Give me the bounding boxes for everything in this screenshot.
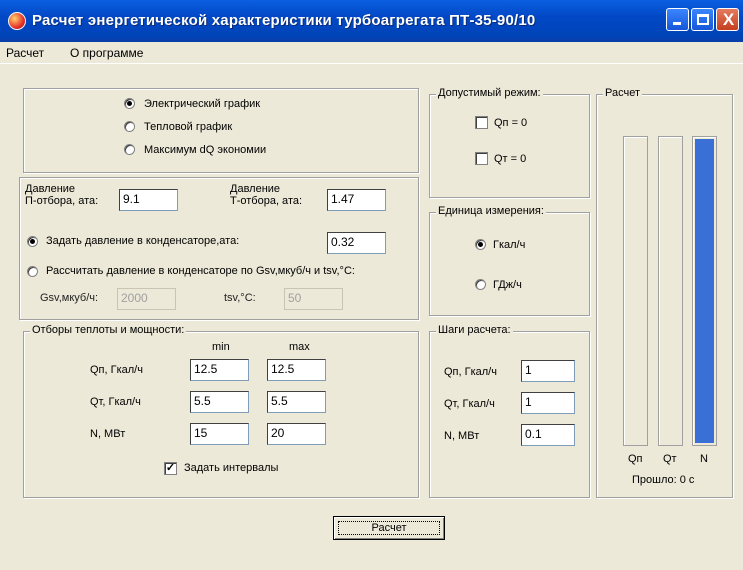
- steps-legend: Шаги расчета:: [436, 324, 513, 336]
- radio-selected-dot: [478, 242, 483, 247]
- radio-selected-dot: [30, 239, 35, 244]
- app-icon[interactable]: [8, 12, 26, 30]
- condenser-pressure-input[interactable]: 0.32: [327, 232, 386, 254]
- steps-group: Шаги расчета: Qп, Гкал/ч 1 Qт, Гкал/ч 1 …: [429, 324, 590, 498]
- radio-calc-condenser-pressure[interactable]: [27, 266, 38, 277]
- p-extraction-pressure-label: Давление П-отбора, ата:: [25, 183, 99, 207]
- extractions-legend: Отборы теплоты и мощности:: [30, 324, 187, 336]
- title-bar[interactable]: Расчет энергетической характеристики тур…: [0, 0, 743, 42]
- min-header: min: [212, 341, 230, 353]
- progress-label-qt: Qт: [663, 453, 677, 465]
- window-title: Расчет энергетической характеристики тур…: [32, 12, 536, 29]
- qp-max-input[interactable]: 12.5: [267, 359, 326, 381]
- n-label: N, МВт: [90, 428, 126, 440]
- progress-legend: Расчет: [603, 87, 642, 99]
- maximize-icon: [697, 14, 709, 25]
- radio-calc-condenser-pressure-label: Рассчитать давление в конденсаторе по Gs…: [46, 265, 355, 277]
- maximize-button[interactable]: [691, 8, 714, 31]
- qp-min-input[interactable]: 12.5: [190, 359, 249, 381]
- minimize-icon: [673, 22, 681, 25]
- radio-set-condenser-pressure[interactable]: [27, 236, 38, 247]
- menu-calculation[interactable]: Расчет: [6, 46, 44, 60]
- t-extraction-pressure-label: Давление Т-отбора, ата:: [230, 183, 303, 207]
- intervals-checkbox[interactable]: ✓: [164, 462, 177, 475]
- qt-zero-checkbox[interactable]: [475, 152, 488, 165]
- radio-gj[interactable]: [475, 279, 486, 290]
- radio-heat-schedule-label: Тепловой график: [144, 121, 233, 133]
- radio-gcal-label: Гкал/ч: [493, 239, 526, 251]
- qt-max-input[interactable]: 5.5: [267, 391, 326, 413]
- gsv-input[interactable]: 2000: [117, 288, 176, 310]
- qt-zero-label: Qт = 0: [494, 153, 527, 165]
- pressure-group: Давление П-отбора, ата: 9.1 Давление Т-о…: [19, 177, 419, 320]
- elapsed-time: Прошло: 0 с: [632, 474, 695, 486]
- radio-gj-label: ГДж/ч: [493, 279, 522, 291]
- step-qt-input[interactable]: 1: [521, 392, 575, 414]
- t-extraction-pressure-input[interactable]: 1.47: [327, 189, 386, 211]
- mode-group: Электрический график Тепловой график Мак…: [23, 88, 419, 173]
- qt-min-input[interactable]: 5.5: [190, 391, 249, 413]
- run-calculation-button[interactable]: Расчет: [333, 516, 445, 540]
- progress-label-n: N: [700, 453, 708, 465]
- units-legend: Единица измерения:: [436, 205, 546, 217]
- menu-bar: Расчет О программе: [0, 42, 743, 64]
- tsv-label: tsv,°C:: [224, 292, 256, 304]
- qp-label: Qп, Гкал/ч: [90, 364, 143, 376]
- allowed-mode-legend: Допустимый режим:: [436, 87, 543, 99]
- radio-set-condenser-pressure-label: Задать давление в конденсаторе,ата:: [46, 235, 240, 247]
- step-n-label: N, МВт: [444, 430, 480, 442]
- progress-bar-qp: [623, 136, 648, 446]
- tsv-input[interactable]: 50: [284, 288, 343, 310]
- radio-electric-schedule-label: Электрический график: [144, 98, 261, 110]
- qp-zero-checkbox[interactable]: [475, 116, 488, 129]
- focus-rect: [338, 521, 440, 535]
- radio-selected-dot: [127, 101, 132, 106]
- close-button[interactable]: X: [716, 8, 739, 31]
- progress-bar-qt: [658, 136, 683, 446]
- progress-bar-n: [692, 136, 717, 446]
- menu-about[interactable]: О программе: [70, 46, 143, 60]
- progress-fill-n: [695, 139, 714, 443]
- radio-max-economy[interactable]: [124, 144, 135, 155]
- step-qp-label: Qп, Гкал/ч: [444, 366, 497, 378]
- n-max-input[interactable]: 20: [267, 423, 326, 445]
- step-n-input[interactable]: 0.1: [521, 424, 575, 446]
- qt-label: Qт, Гкал/ч: [90, 396, 141, 408]
- qp-zero-label: Qп = 0: [494, 117, 528, 129]
- units-group: Единица измерения: Гкал/ч ГДж/ч: [429, 205, 590, 316]
- p-extraction-pressure-input[interactable]: 9.1: [119, 189, 178, 211]
- radio-max-economy-label: Максимум dQ экономии: [144, 144, 267, 156]
- step-qp-input[interactable]: 1: [521, 360, 575, 382]
- minimize-button[interactable]: [666, 8, 689, 31]
- intervals-label: Задать интервалы: [184, 462, 279, 474]
- step-qt-label: Qт, Гкал/ч: [444, 398, 495, 410]
- max-header: max: [289, 341, 310, 353]
- close-icon: X: [722, 10, 735, 29]
- progress-label-qp: Qп: [628, 453, 643, 465]
- radio-heat-schedule[interactable]: [124, 121, 135, 132]
- radio-electric-schedule[interactable]: [124, 98, 135, 109]
- n-min-input[interactable]: 15: [190, 423, 249, 445]
- extractions-group: Отборы теплоты и мощности: min max Qп, Г…: [23, 324, 419, 498]
- allowed-mode-group: Допустимый режим: Qп = 0 Qт = 0: [429, 87, 590, 198]
- radio-gcal[interactable]: [475, 239, 486, 250]
- gsv-label: Gsv,мкуб/ч:: [40, 292, 99, 304]
